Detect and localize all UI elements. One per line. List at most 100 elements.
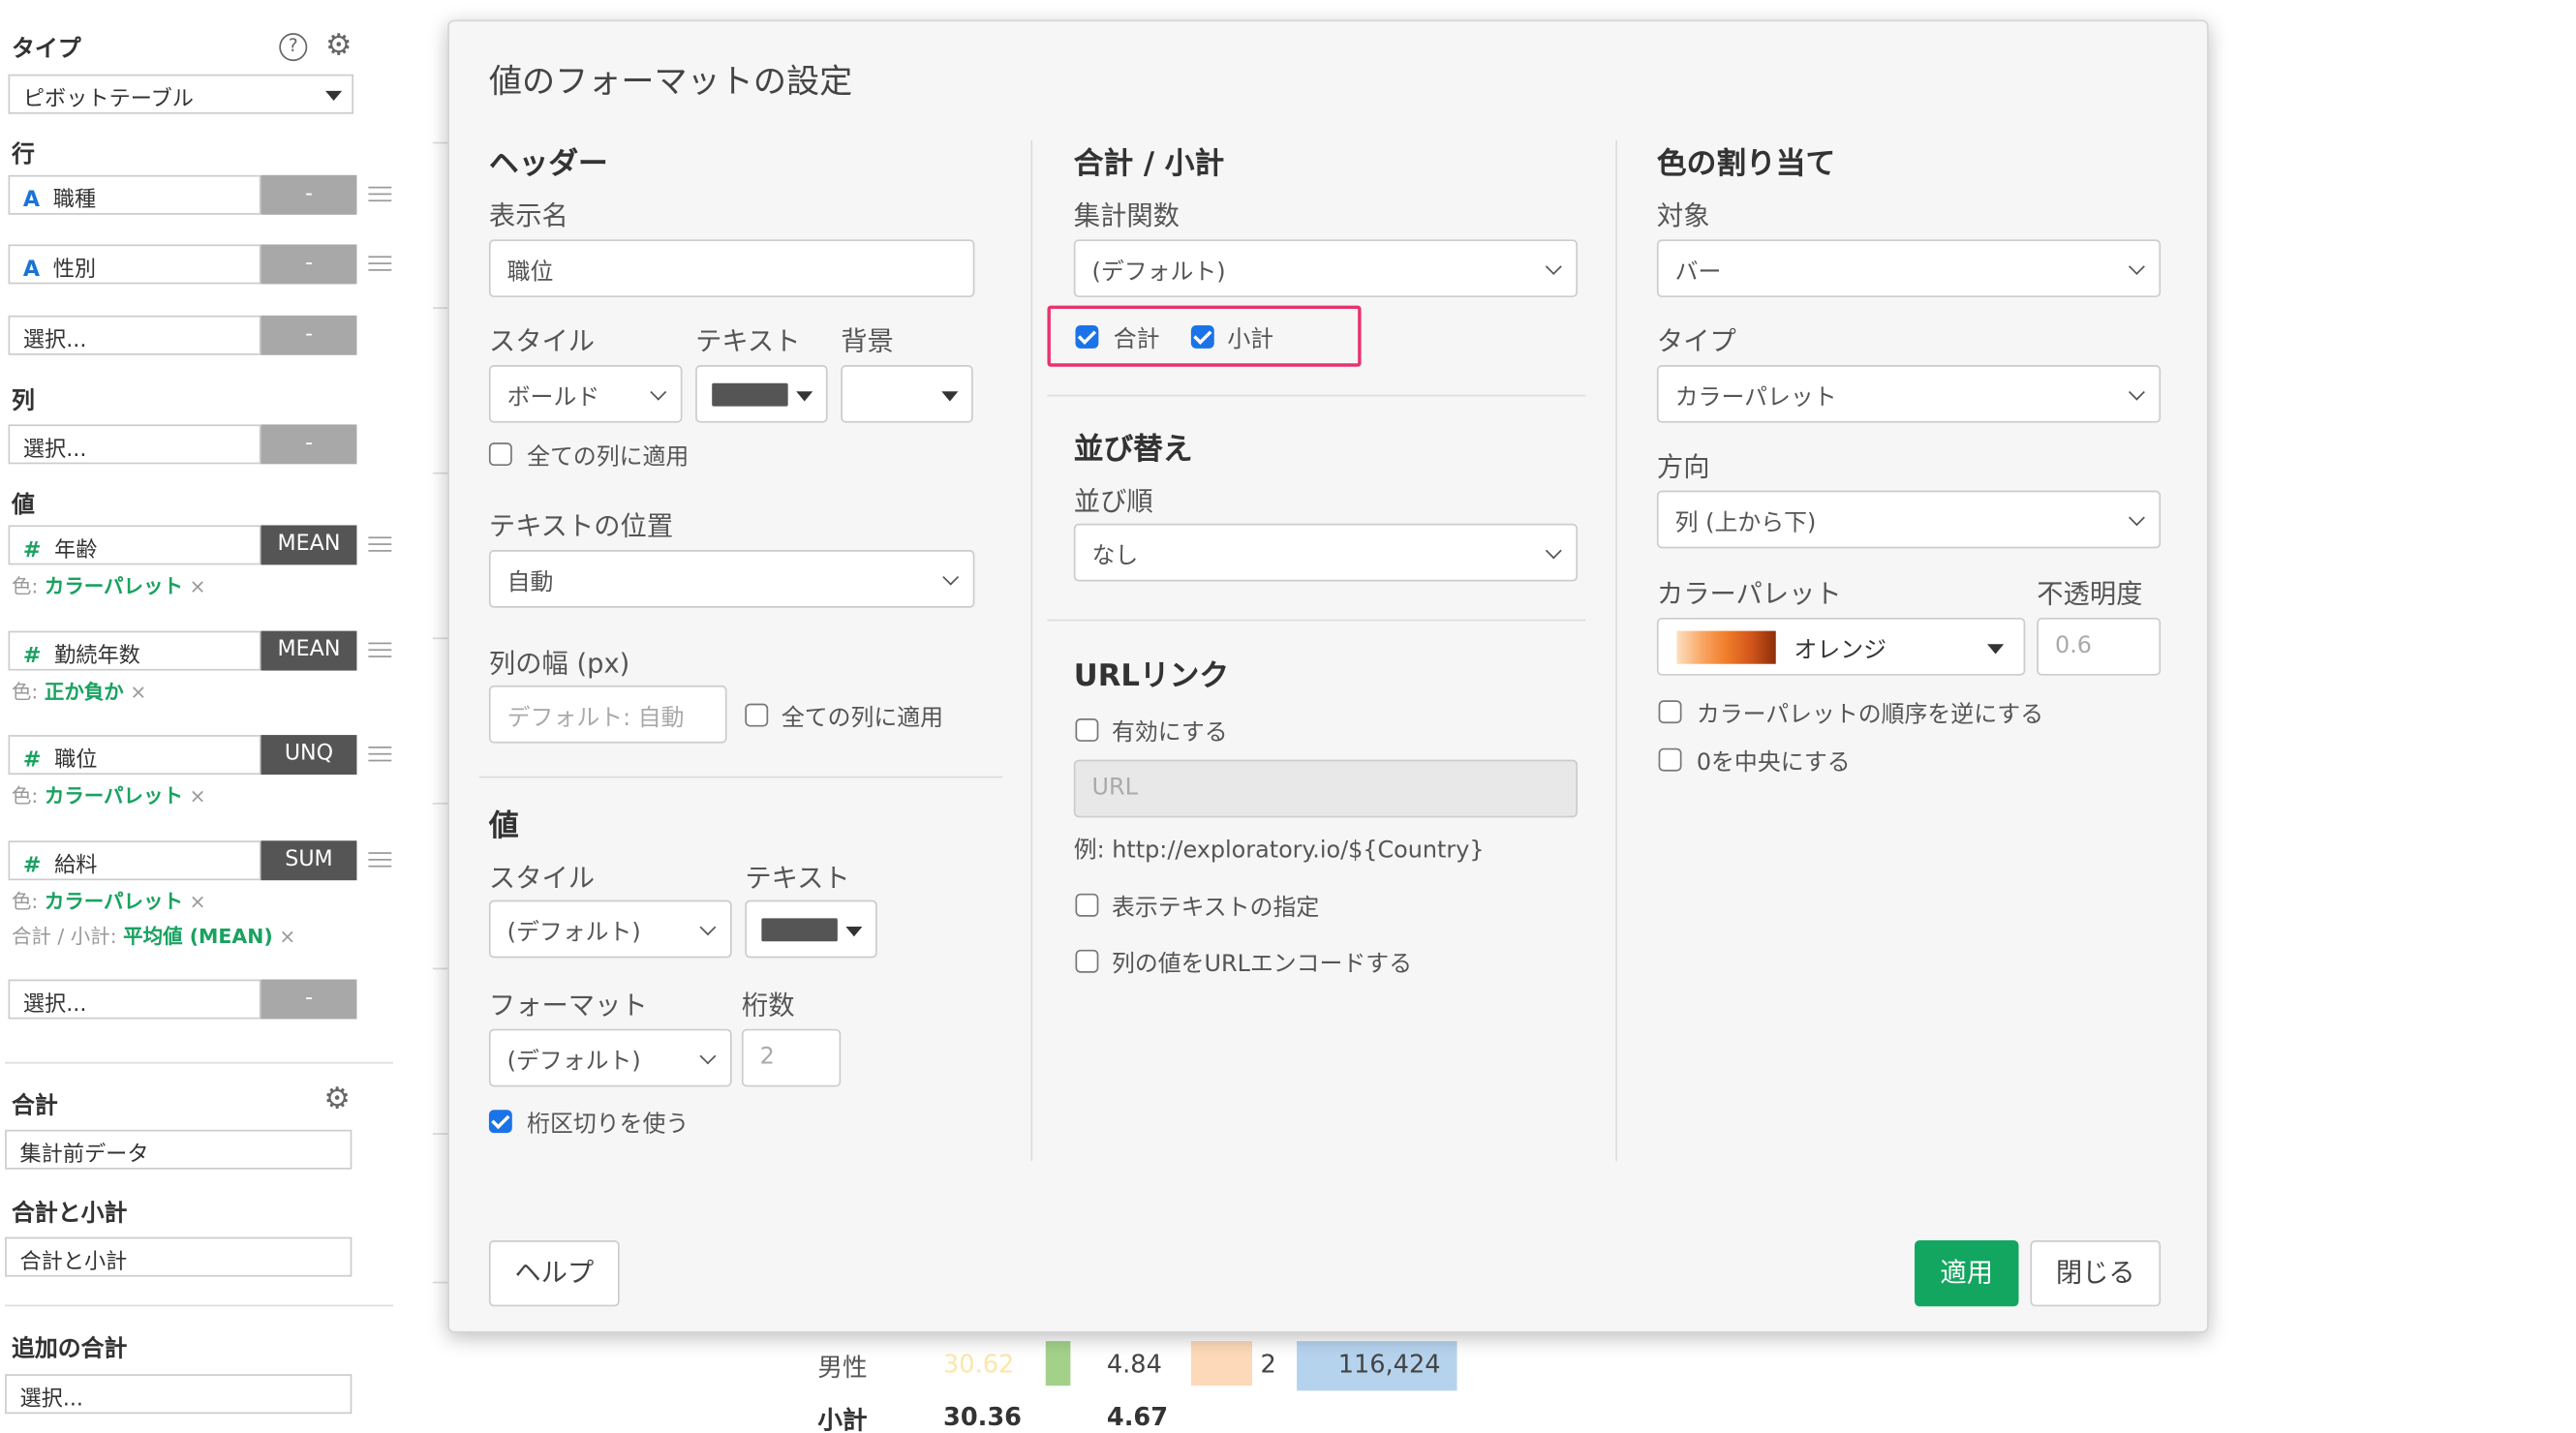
total-select[interactable]: 集計前データ <box>5 1129 353 1170</box>
row-field-gender[interactable]: A 性別 - <box>8 244 392 285</box>
color-type-label: タイプ <box>1656 325 1736 357</box>
remove-icon[interactable]: × <box>130 681 146 704</box>
apply-button[interactable]: 適用 <box>1915 1240 2019 1307</box>
row-field-tag[interactable]: - <box>261 174 357 215</box>
value-label: 値 <box>11 492 35 519</box>
drag-handle-icon[interactable] <box>368 182 392 205</box>
direction-select[interactable]: 列 (上から下) <box>1656 490 2162 549</box>
drag-handle-icon[interactable] <box>368 532 392 555</box>
value-field-age[interactable]: # 年齢 MEAN <box>8 525 392 565</box>
text-position-select[interactable]: 自動 <box>488 550 975 608</box>
help-icon[interactable]: ? <box>279 33 308 62</box>
value-field-tenure[interactable]: # 勤続年数 MEAN <box>8 630 392 671</box>
center-zero-checkbox[interactable] <box>1658 747 1682 772</box>
subtotal-prefix: 合計 / 小計: <box>11 925 117 949</box>
remove-icon[interactable]: × <box>279 925 295 948</box>
row-field-tag[interactable]: - <box>261 244 357 285</box>
total-subtotal-select[interactable]: 合計と小計 <box>5 1236 353 1277</box>
color-value[interactable]: カラーパレット <box>45 575 183 598</box>
row-select-input[interactable]: 選択... <box>8 315 261 355</box>
total-checkbox[interactable] <box>1075 325 1099 349</box>
drag-handle-icon[interactable] <box>368 637 392 660</box>
url-encode-checkbox[interactable] <box>1075 949 1099 973</box>
display-text-checkbox[interactable] <box>1075 893 1099 917</box>
close-button[interactable]: 閉じる <box>2030 1240 2162 1307</box>
column-width-input[interactable]: デフォルト: 自動 <box>488 685 727 744</box>
value-field-name[interactable]: # 年齢 <box>8 525 261 565</box>
caret-down-icon <box>941 391 959 402</box>
text-type-icon: A <box>22 188 41 214</box>
value-field-name[interactable]: # 勤続年数 <box>8 630 261 671</box>
drag-handle-icon[interactable] <box>368 742 392 765</box>
remove-icon[interactable]: × <box>189 575 205 598</box>
numeric-type-icon: # <box>22 853 42 879</box>
header-bg-color-picker[interactable] <box>841 364 973 423</box>
aggregation-tag[interactable]: MEAN <box>261 525 357 565</box>
color-value[interactable]: カラーパレット <box>45 890 183 913</box>
drag-handle-icon[interactable] <box>368 847 392 870</box>
value-select-tag[interactable]: - <box>261 979 357 1020</box>
value-style-select[interactable]: (デフォルト) <box>488 899 732 959</box>
value-text-color-picker[interactable] <box>745 899 877 959</box>
gear-icon[interactable]: ⚙ <box>323 1084 351 1115</box>
additional-total-select[interactable]: 選択... <box>5 1374 353 1415</box>
header-text-color-picker[interactable] <box>695 364 828 423</box>
format-label: フォーマット <box>488 989 648 1021</box>
color-value[interactable]: カラーパレット <box>45 784 183 808</box>
aggregation-tag[interactable]: UNQ <box>261 735 357 776</box>
aggregate-function-label: 集計関数 <box>1073 199 1180 231</box>
value-field-position[interactable]: # 職位 UNQ <box>8 735 392 776</box>
row-select-tag[interactable]: - <box>261 315 357 355</box>
row-field-select[interactable]: 選択... - <box>8 315 357 355</box>
column-field-select[interactable]: 選択... - <box>8 424 357 465</box>
aggregate-function-select[interactable]: (デフォルト) <box>1073 239 1579 298</box>
remove-icon[interactable]: × <box>189 890 205 913</box>
value-field-salary[interactable]: # 給料 SUM <box>8 840 392 881</box>
text-position-label: テキストの位置 <box>488 510 674 542</box>
row-field-occupation[interactable]: A 職種 - <box>8 174 392 215</box>
remove-icon[interactable]: × <box>189 784 205 808</box>
divider <box>5 1304 393 1307</box>
drag-handle-icon[interactable] <box>368 251 392 274</box>
thousands-separator-checkbox[interactable] <box>488 1110 512 1134</box>
url-encode-label: 列の値をURLエンコードする <box>1112 951 1413 978</box>
numeric-type-icon: # <box>22 644 42 669</box>
value-select-input[interactable]: 選択... <box>8 979 261 1020</box>
type-select[interactable]: ピボットテーブル <box>8 74 354 114</box>
row-field-name[interactable]: A 性別 <box>8 244 261 285</box>
color-target-select[interactable]: バー <box>1656 239 2162 298</box>
reverse-palette-label: カラーパレットの順序を逆にする <box>1696 701 2044 729</box>
opacity-input[interactable]: 0.6 <box>2037 617 2162 676</box>
help-button[interactable]: ヘルプ <box>488 1240 620 1307</box>
gear-icon[interactable]: ⚙ <box>325 31 353 61</box>
value-field-name[interactable]: # 給料 <box>8 840 261 881</box>
color-palette-select[interactable]: オレンジ <box>1656 617 2026 676</box>
aggregation-tag[interactable]: MEAN <box>261 630 357 671</box>
column-width-apply-all-checkbox[interactable] <box>745 703 769 727</box>
url-input[interactable]: URL <box>1073 759 1579 818</box>
enable-url-checkbox[interactable] <box>1075 718 1099 742</box>
subtotal-value[interactable]: 平均値 (MEAN) <box>123 925 273 948</box>
reverse-palette-checkbox[interactable] <box>1658 700 1682 724</box>
color-prefix: 色: <box>11 890 39 914</box>
color-value[interactable]: 正か負か <box>45 681 124 704</box>
column-select-tag[interactable]: - <box>261 424 357 465</box>
subtotal-checkbox[interactable] <box>1190 325 1214 349</box>
display-name-input[interactable]: 職位 <box>488 239 975 298</box>
value-field-select[interactable]: 選択... - <box>8 979 357 1020</box>
color-type-select[interactable]: カラーパレット <box>1656 364 2162 423</box>
aggregation-tag[interactable]: SUM <box>261 840 357 881</box>
row-field-name[interactable]: A 職種 <box>8 174 261 215</box>
sort-order-select[interactable]: なし <box>1073 523 1579 582</box>
header-style-select[interactable]: ボールド <box>488 364 683 423</box>
header-apply-all-checkbox[interactable] <box>488 442 512 467</box>
total-checkbox-label: 合計 <box>1113 326 1160 354</box>
format-select[interactable]: (デフォルト) <box>488 1028 732 1087</box>
column-select-input[interactable]: 選択... <box>8 424 261 465</box>
divider <box>1047 394 1586 397</box>
palette-name: オレンジ <box>1794 637 1887 664</box>
palette-gradient-preview <box>1676 630 1776 664</box>
format-dialog: 値のフォーマットの設定 ヘッダー 表示名 職位 スタイル テキスト 背景 ボール… <box>447 19 2209 1333</box>
value-field-name[interactable]: # 職位 <box>8 735 261 776</box>
digits-input[interactable]: 2 <box>741 1028 842 1087</box>
